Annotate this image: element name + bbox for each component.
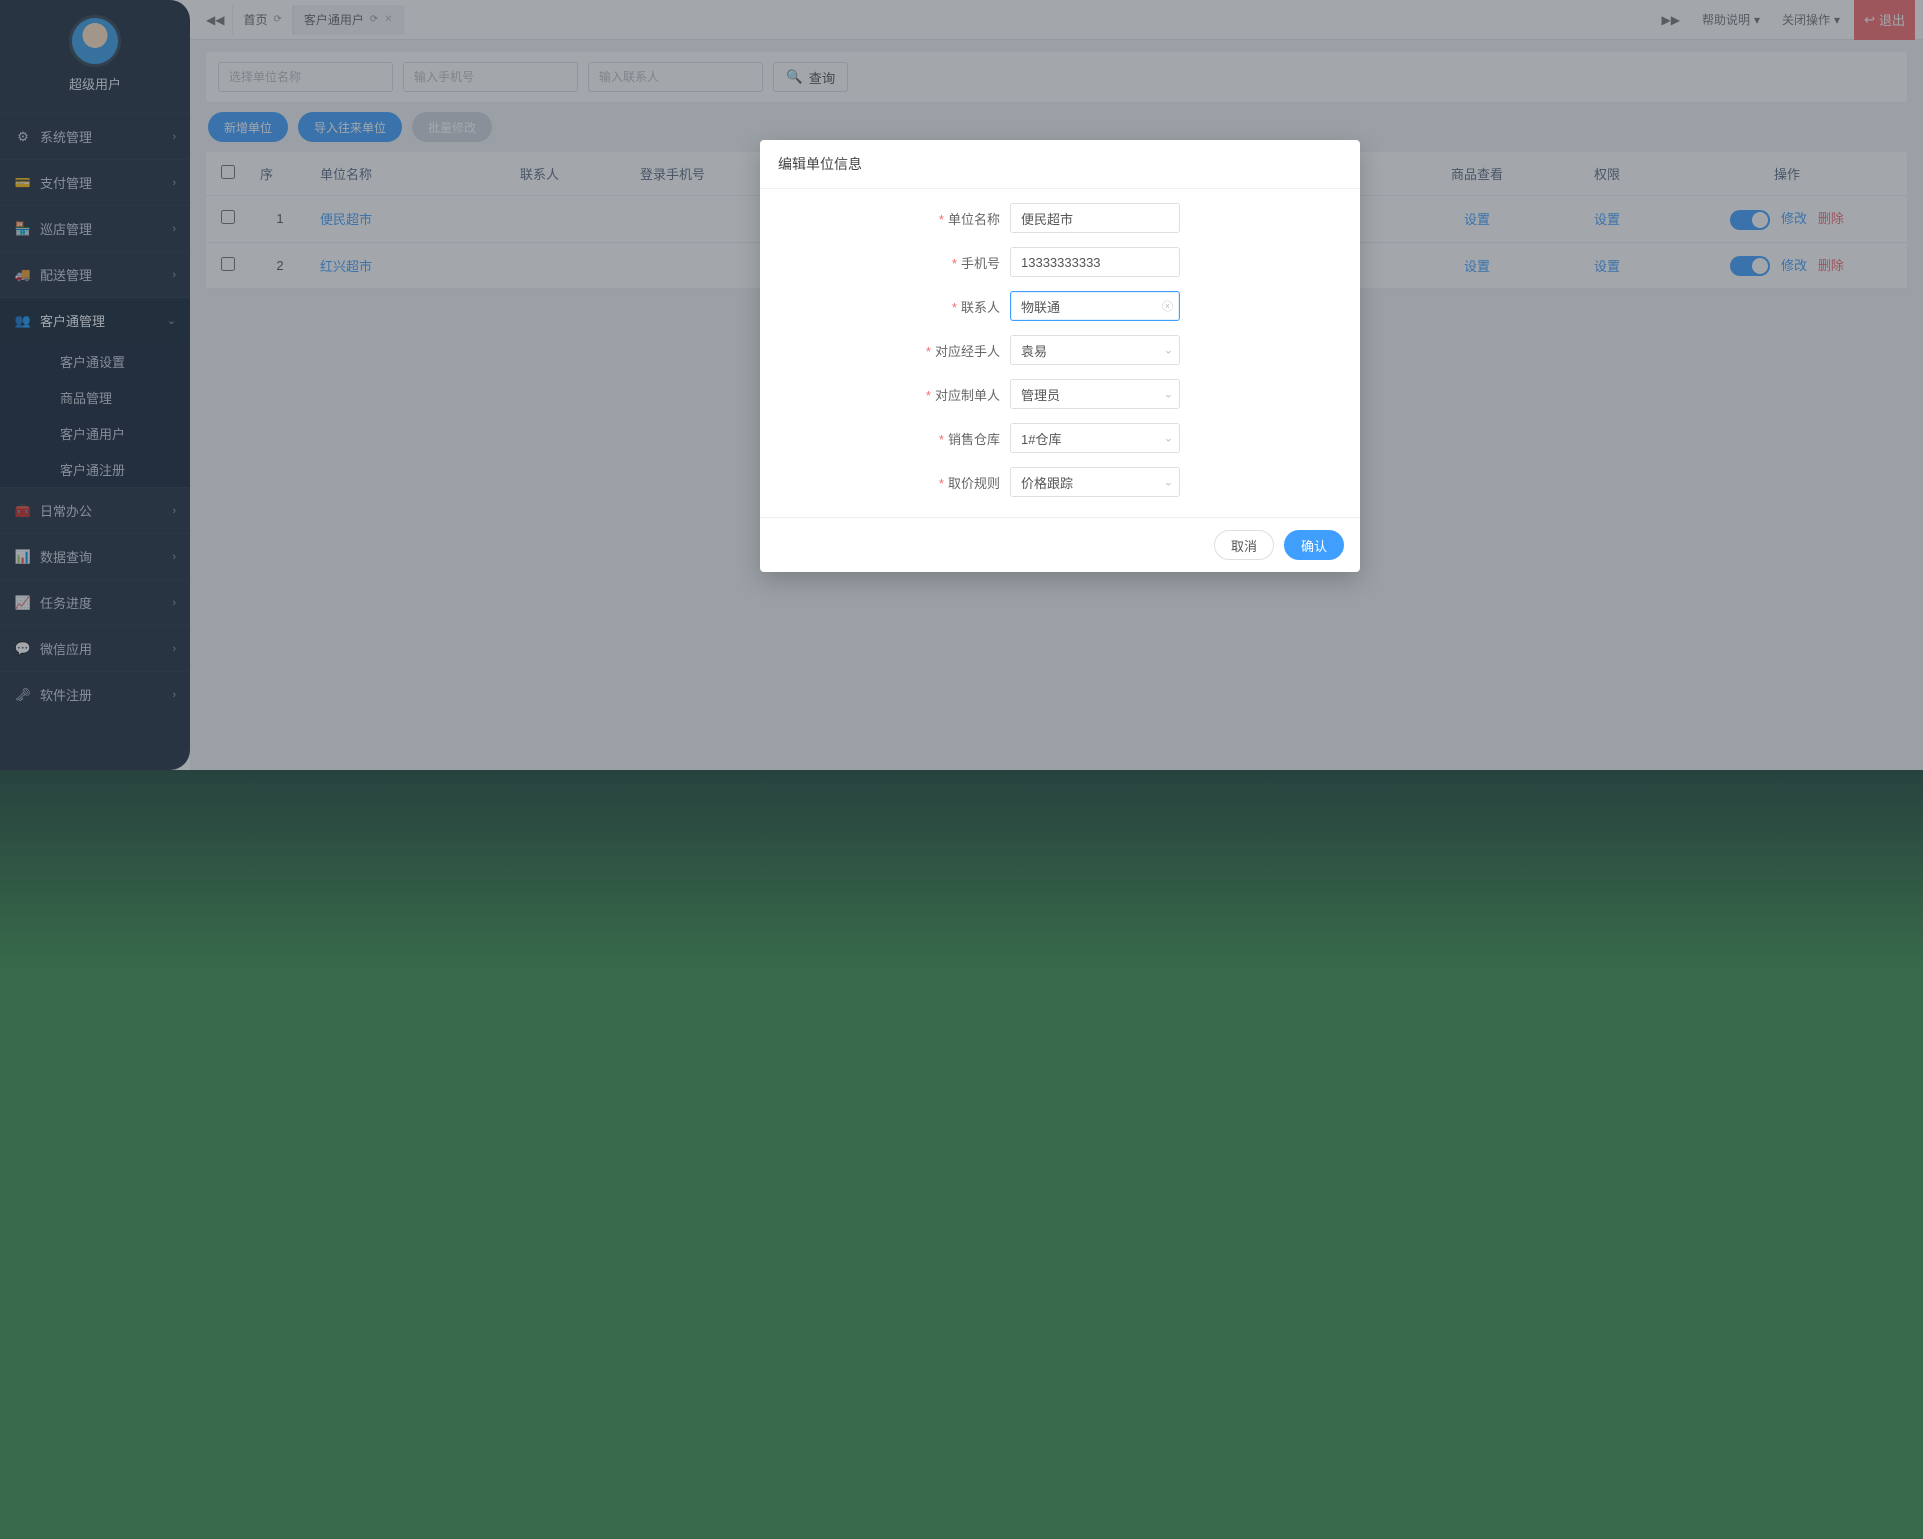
- edit-unit-modal: 编辑单位信息 *单位名称 *手机号 *联系人 ⓧ: [760, 140, 1360, 572]
- label-unit: 单位名称: [948, 212, 1000, 227]
- contact-field[interactable]: ⓧ: [1010, 291, 1180, 321]
- chevron-down-icon: ⌄: [1164, 388, 1173, 401]
- rule-select[interactable]: 价格跟踪 ⌄: [1010, 467, 1180, 497]
- maker-value: 管理员: [1021, 385, 1060, 404]
- contact-value[interactable]: [1021, 299, 1155, 314]
- rule-value: 价格跟踪: [1021, 473, 1073, 492]
- warehouse-select[interactable]: 1#仓库 ⌄: [1010, 423, 1180, 453]
- chevron-down-icon: ⌄: [1164, 432, 1173, 445]
- label-contact: 联系人: [961, 300, 1000, 315]
- label-rule: 取价规则: [948, 476, 1000, 491]
- label-maker: 对应制单人: [935, 388, 1000, 403]
- cancel-button[interactable]: 取消: [1214, 530, 1274, 560]
- label-warehouse: 销售仓库: [948, 432, 1000, 447]
- confirm-button[interactable]: 确认: [1284, 530, 1344, 560]
- unit-name-field[interactable]: [1010, 203, 1180, 233]
- clear-icon[interactable]: ⓧ: [1162, 298, 1173, 314]
- unit-name-value[interactable]: [1021, 211, 1155, 226]
- chevron-down-icon: ⌄: [1164, 344, 1173, 357]
- phone-value[interactable]: [1021, 255, 1155, 270]
- warehouse-value: 1#仓库: [1021, 429, 1061, 448]
- label-phone: 手机号: [961, 256, 1000, 271]
- handler-select[interactable]: 袁易 ⌄: [1010, 335, 1180, 365]
- handler-value: 袁易: [1021, 341, 1047, 360]
- maker-select[interactable]: 管理员 ⌄: [1010, 379, 1180, 409]
- reflection-bg: [0, 770, 1923, 1539]
- label-handler: 对应经手人: [935, 344, 1000, 359]
- modal-title: 编辑单位信息: [760, 140, 1360, 189]
- phone-field[interactable]: [1010, 247, 1180, 277]
- chevron-down-icon: ⌄: [1164, 476, 1173, 489]
